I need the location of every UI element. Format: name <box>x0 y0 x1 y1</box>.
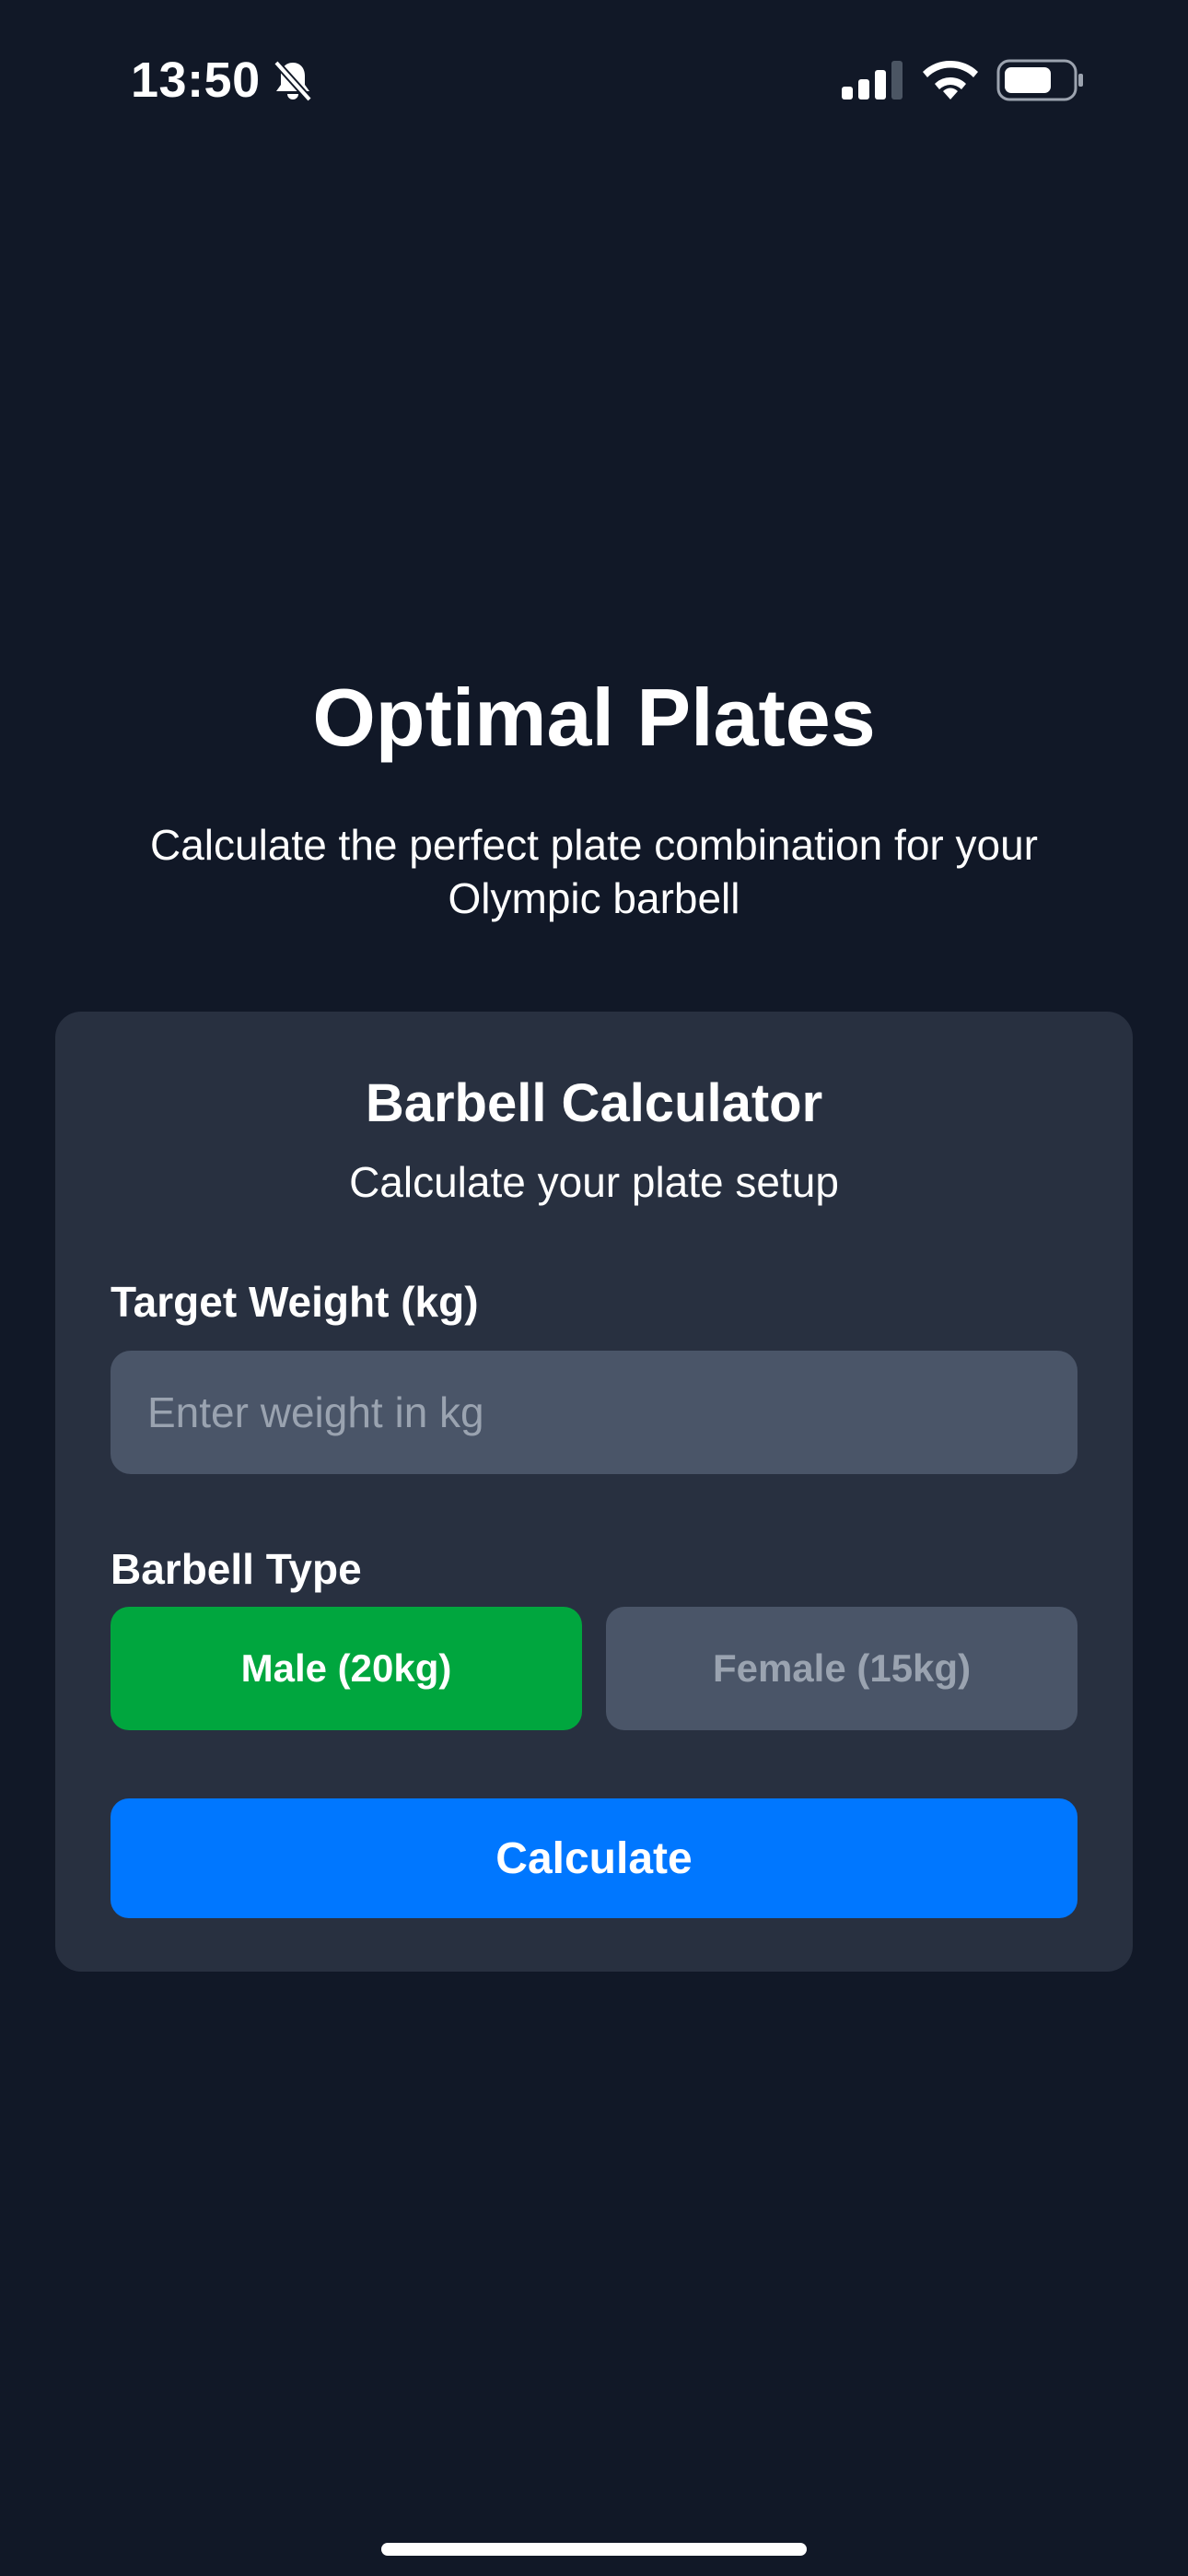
status-time: 13:50 <box>131 53 261 108</box>
home-indicator <box>381 2543 807 2556</box>
battery-icon <box>996 59 1083 101</box>
barbell-calculator-card: Barbell Calculator Calculate your plate … <box>55 1012 1133 1972</box>
app-screen: 13:50 Optimal Plates Calculate the perfe… <box>0 0 1188 2576</box>
target-weight-label: Target Weight (kg) <box>111 1278 479 1326</box>
card-title: Barbell Calculator <box>365 1073 823 1133</box>
card-subtitle: Calculate your plate setup <box>349 1158 839 1206</box>
cellular-signal-icon <box>842 61 903 100</box>
barbell-type-label: Barbell Type <box>111 1545 362 1593</box>
calculate-button[interactable]: Calculate <box>111 1798 1077 1918</box>
page-title: Optimal Plates <box>312 672 876 763</box>
male-barbell-button[interactable]: Male (20kg) <box>111 1607 582 1730</box>
status-bar: 13:50 <box>0 0 1188 157</box>
page-subtitle: Calculate the perfect plate combination … <box>150 821 1038 922</box>
bell-slash-icon <box>274 60 312 102</box>
female-barbell-button[interactable]: Female (15kg) <box>606 1607 1077 1730</box>
target-weight-input[interactable] <box>111 1351 1077 1474</box>
wifi-icon <box>923 60 978 100</box>
